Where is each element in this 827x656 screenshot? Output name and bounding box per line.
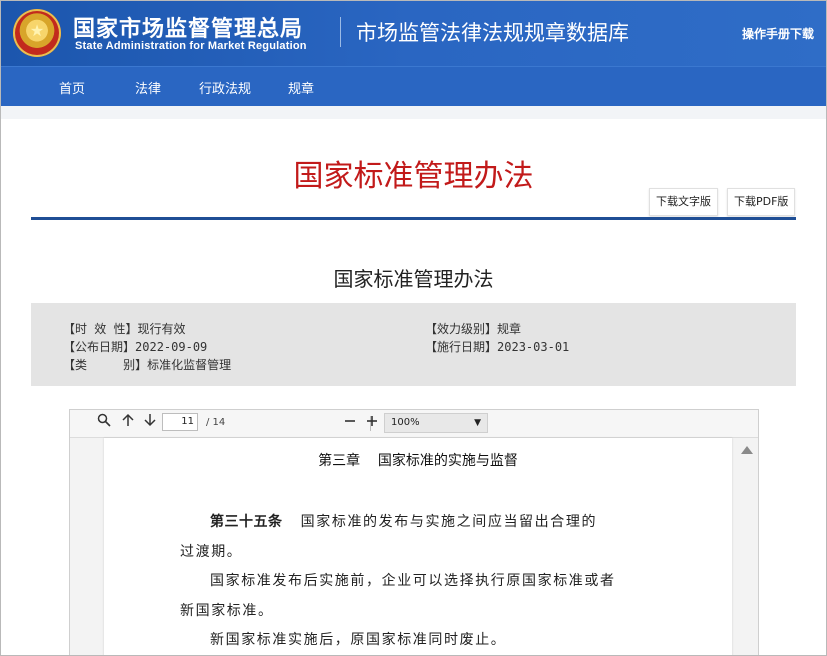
article-35-line5: 新国家标准实施后，原国家标准同时废止。 — [210, 632, 507, 648]
document-title: 国家标准管理办法 — [333, 267, 494, 291]
nav-item-law[interactable]: 法律 — [135, 78, 161, 97]
pdf-viewer: 11 / 14 100% ▼ 第三章 国家标准的实施与监督 第三十五条 国家标准的… — [69, 409, 759, 655]
page-frame: ★ 国家市场监督管理总局 State Administration for Ma… — [0, 0, 827, 656]
chapter-heading: 第三章 国家标准的实施与监督 — [318, 453, 518, 469]
content-gap — [1, 106, 826, 119]
pdf-toolbar: 11 / 14 100% ▼ — [70, 410, 758, 438]
nav-item-home[interactable]: 首页 — [59, 78, 85, 97]
meta-publish-date: 【公布日期】2022-09-09 — [63, 340, 208, 354]
search-icon[interactable] — [94, 413, 114, 433]
nav-item-rules[interactable]: 规章 — [288, 78, 314, 97]
main-nav: 首页 法律 行政法规 规章 — [1, 66, 826, 107]
download-text-button[interactable]: 下载文字版 — [649, 188, 718, 216]
page-number-input[interactable]: 11 — [162, 413, 198, 431]
arrow-up-icon[interactable] — [118, 413, 138, 433]
meta-level: 【效力级别】规章 — [425, 322, 522, 336]
agency-name-en: State Administration for Market Regulati… — [75, 40, 307, 52]
article-35-line4: 新国家标准。 — [180, 603, 274, 619]
zoom-out-icon[interactable] — [340, 413, 360, 433]
meta-validity: 【时 效 性】现行有效 — [63, 322, 186, 336]
page-total: / 14 — [206, 417, 226, 428]
pdf-page: 第三章 国家标准的实施与监督 第三十五条 国家标准的发布与实施之间应当留出合理的… — [104, 438, 732, 655]
document-metadata: 【时 效 性】现行有效 【效力级别】规章 【公布日期】2022-09-09 【施… — [31, 303, 796, 386]
zoom-select[interactable]: 100% ▼ — [384, 413, 488, 433]
database-title: 市场监管法律法规规章数据库 — [356, 21, 629, 45]
pdf-scrollbar[interactable] — [736, 438, 758, 655]
arrow-down-icon[interactable] — [140, 413, 160, 433]
article-35-line1: 第三十五条 国家标准的发布与实施之间应当留出合理的 — [210, 514, 598, 530]
zoom-in-icon[interactable] — [362, 413, 382, 433]
download-pdf-button[interactable]: 下载PDF版 — [727, 188, 796, 216]
site-header: ★ 国家市场监督管理总局 State Administration for Ma… — [1, 1, 826, 66]
meta-category: 【类 别】标准化监督管理 — [63, 358, 232, 372]
national-emblem-icon: ★ — [13, 9, 61, 57]
chevron-down-icon: ▼ — [474, 418, 481, 428]
title-rule — [31, 217, 796, 220]
nav-item-admin-regulations[interactable]: 行政法规 — [199, 78, 251, 97]
article-35-line2: 过渡期。 — [180, 544, 243, 560]
header-divider — [340, 17, 341, 47]
manual-download-link[interactable]: 操作手册下载 — [742, 25, 814, 42]
meta-effective-date: 【施行日期】2023-03-01 — [425, 340, 570, 354]
agency-name-cn[interactable]: 国家市场监督管理总局 — [73, 11, 303, 43]
article-35-line3: 国家标准发布后实施前，企业可以选择执行原国家标准或者 — [210, 573, 616, 589]
scroll-up-icon[interactable] — [741, 446, 753, 454]
